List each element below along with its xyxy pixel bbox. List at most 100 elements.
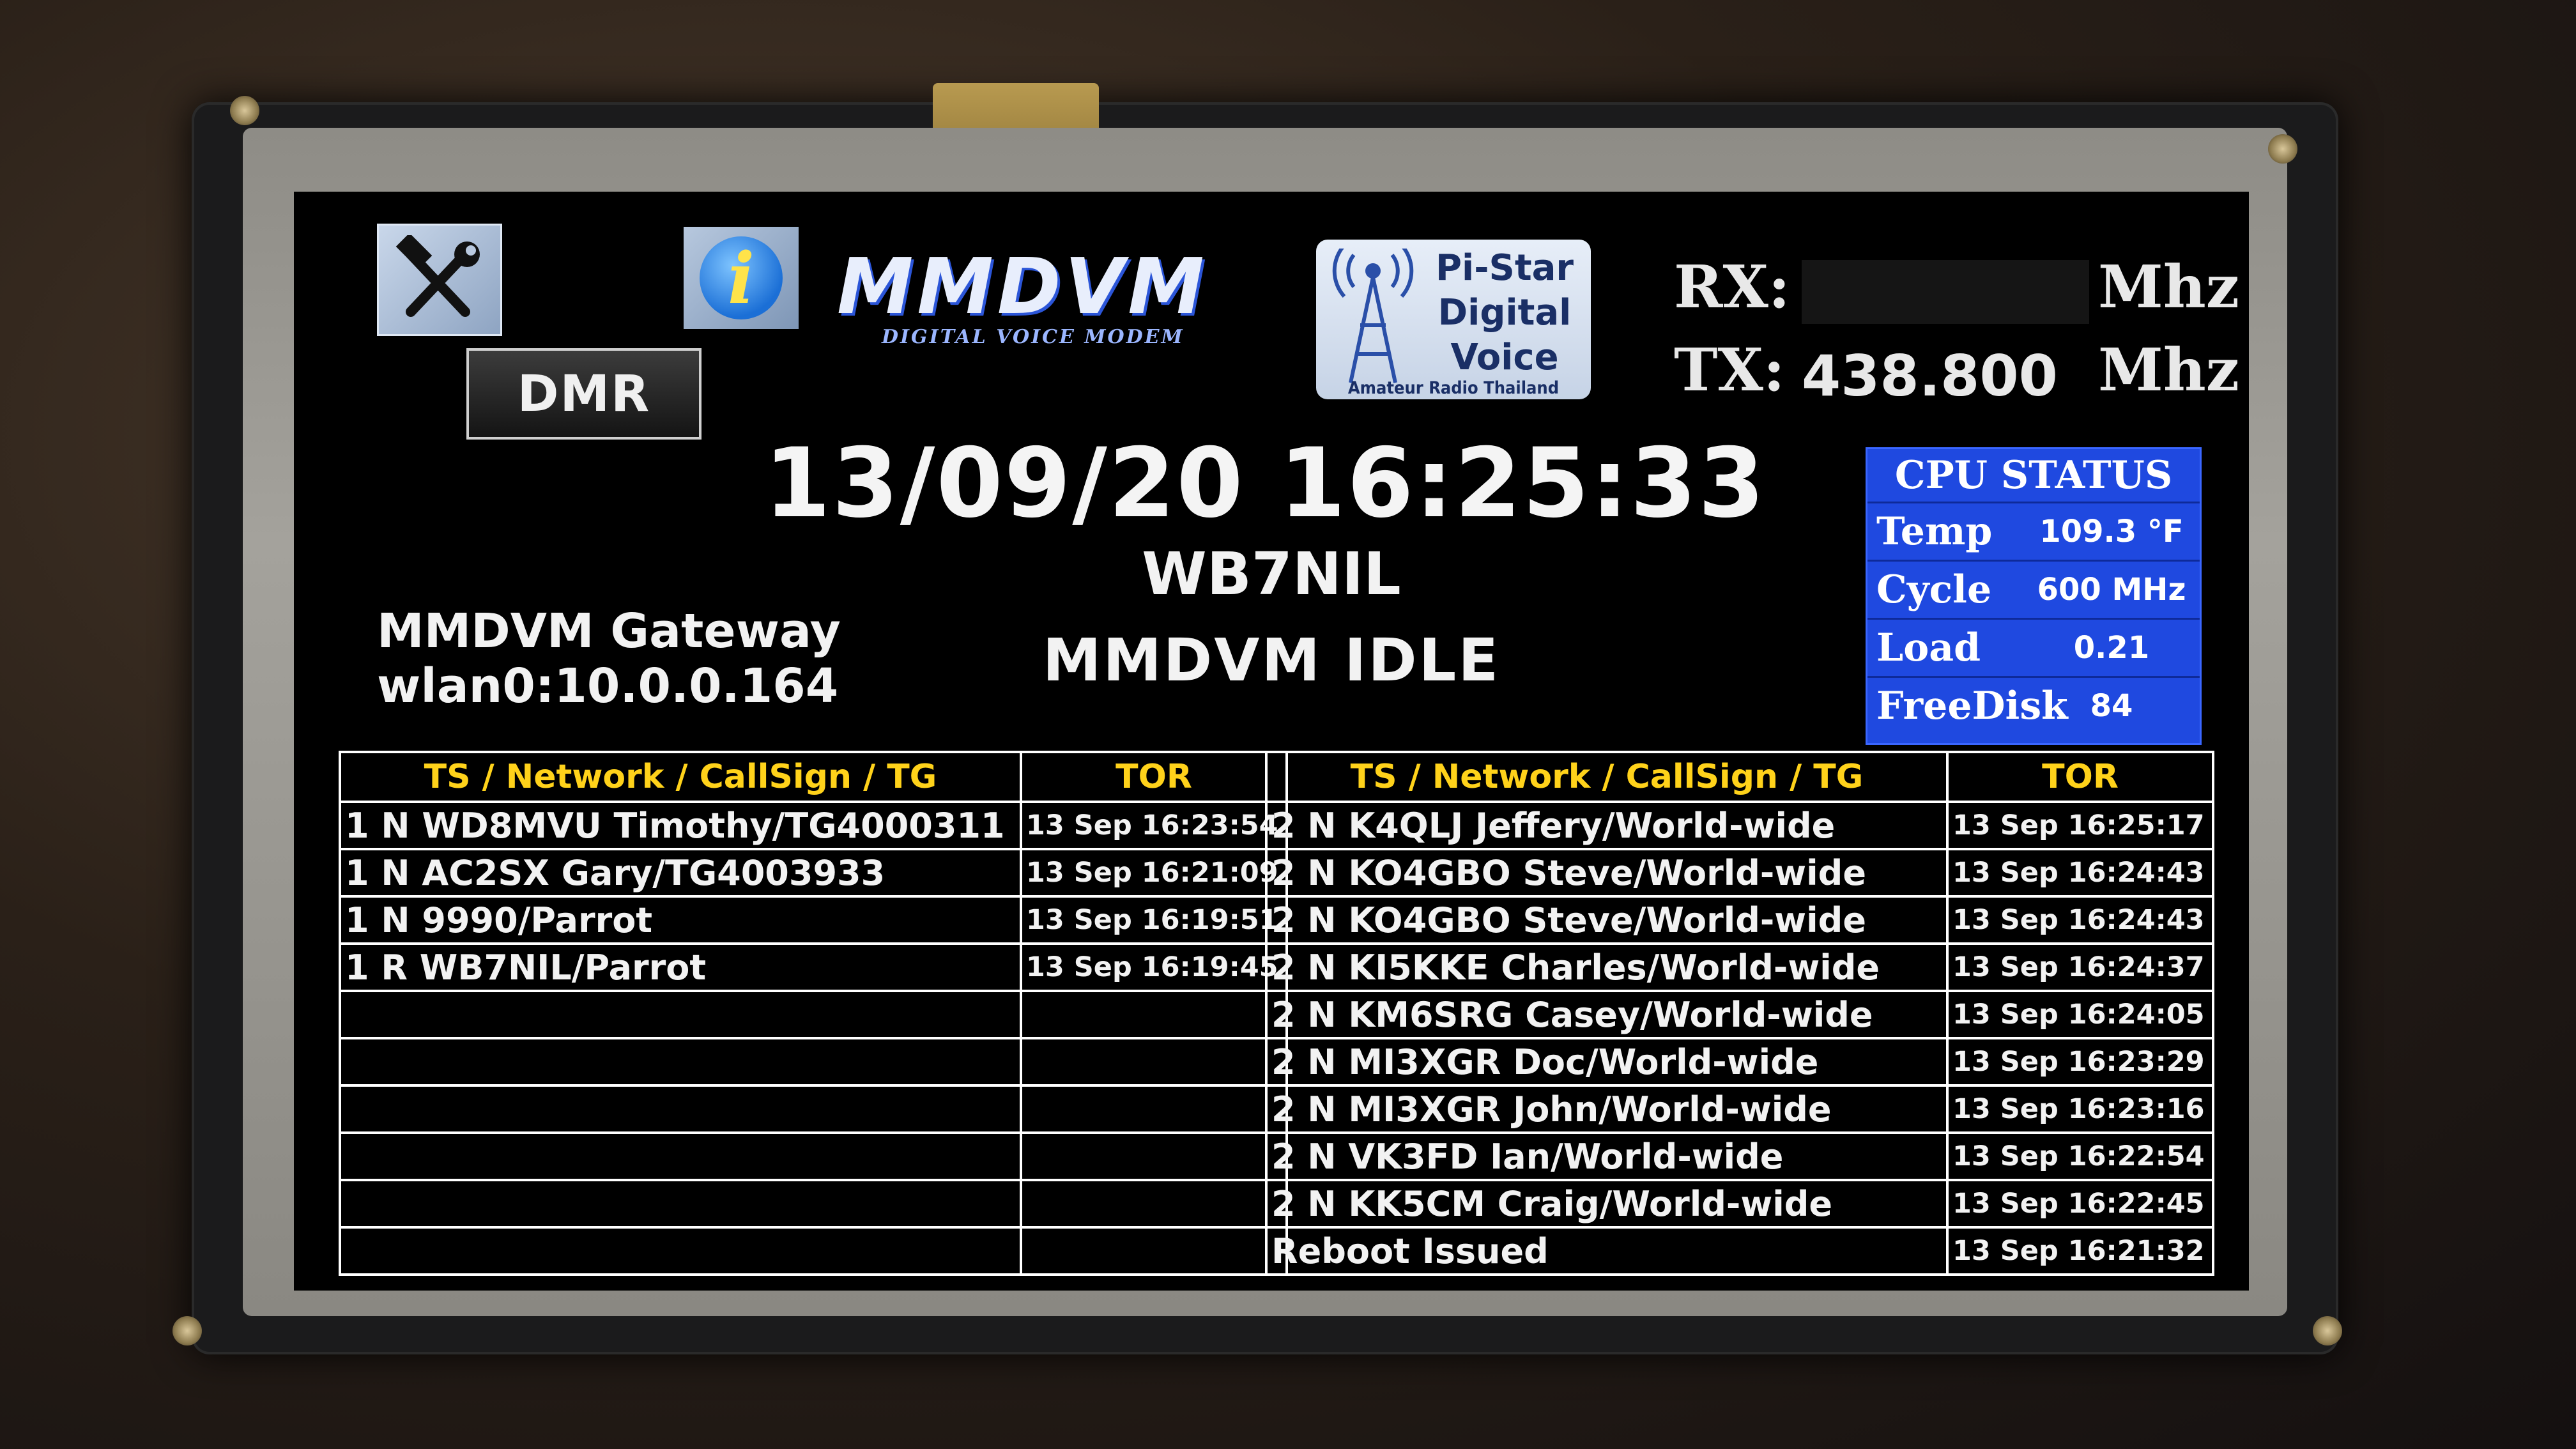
pistar-line: Pi-Star (1436, 247, 1574, 289)
cpu-temp-value: 109.3 °F (2039, 514, 2184, 549)
table-row: 1 N 9990/Parrot 13 Sep 16:19:51 (339, 895, 1288, 945)
cpu-cycle-row: Cycle 600 MHz (1867, 562, 2200, 620)
table-cell: 13 Sep 16:24:37 (1946, 942, 2214, 992)
table-row: 2 N K4QLJ Jeffery/World-wide 13 Sep 16:25… (1265, 801, 2214, 850)
table-row: 2 N KI5KKE Charles/World-wide 13 Sep 16:2… (1265, 942, 2214, 992)
gateway-title: MMDVM Gateway (377, 604, 841, 659)
cpu-status-title: CPU STATUS (1867, 449, 2200, 503)
radio-tower-icon (1332, 249, 1414, 383)
gateway-info: MMDVM Gateway wlan0:10.0.0.164 (377, 604, 841, 714)
table-cell: 1 N 9990/Parrot (339, 895, 1022, 945)
table-row (339, 1084, 1288, 1134)
gateway-ip: wlan0:10.0.0.164 (377, 659, 839, 714)
table-row: 2 N MI3XGR John/World-wide 13 Sep 16:23:1… (1265, 1084, 2214, 1134)
timeslot1-activity-table: TS / Network / CallSign / TG TOR 1 N WD8… (339, 751, 1288, 1276)
rx-value (1802, 260, 2089, 325)
table-cell (1020, 1131, 1288, 1181)
table-cell: 2 N KM6SRG Casey/World-wide (1265, 990, 1949, 1039)
table-cell: 13 Sep 16:25:17 (1946, 801, 2214, 850)
info-icon: i (700, 236, 783, 319)
table-cell: 13 Sep 16:21:32 (1946, 1226, 2214, 1276)
settings-tools-button[interactable] (377, 224, 502, 336)
table-row: 2 N KO4GBO Steve/World-wide 13 Sep 16:24:… (1265, 848, 2214, 898)
table-cell (1020, 1037, 1288, 1087)
table-row (339, 1131, 1288, 1181)
table-cell (1020, 1179, 1288, 1229)
table-cell: 13 Sep 16:24:05 (1946, 990, 2214, 1039)
info-button[interactable]: i (684, 227, 799, 329)
date-time-display: 13/09/20 16:25:33 (763, 428, 1767, 539)
table-cell: 13 Sep 16:19:45 (1020, 942, 1288, 992)
table-row (339, 1179, 1288, 1229)
table-cell: 13 Sep 16:19:51 (1020, 895, 1288, 945)
table-header-row: TS / Network / CallSign / TG TOR (339, 751, 1288, 803)
column-header-callsign: TS / Network / CallSign / TG (1265, 751, 1949, 803)
mmdvm-logo-title: MMDVM (837, 243, 1208, 332)
nextion-screen: i DMR MMDVM DIGITAL VOICE MODEM Pi-Star … (294, 192, 2249, 1291)
pistar-line: Digital (1438, 292, 1572, 334)
table-row: 1 R WB7NIL/Parrot 13 Sep 16:19:45 (339, 942, 1288, 992)
table-cell: 2 N KO4GBO Steve/World-wide (1265, 895, 1949, 945)
table-cell: 2 N K4QLJ Jeffery/World-wide (1265, 801, 1949, 850)
corner-screw (2268, 134, 2297, 164)
column-header-callsign: TS / Network / CallSign / TG (339, 751, 1022, 803)
table-row (339, 990, 1288, 1039)
table-cell: 1 N AC2SX Gary/TG4003933 (339, 848, 1022, 898)
table-cell (339, 990, 1022, 1039)
table-cell (339, 1131, 1022, 1181)
table-cell: 13 Sep 16:23:16 (1946, 1084, 2214, 1134)
cpu-load-value: 0.21 (2073, 630, 2150, 666)
mmdvm-logo: MMDVM DIGITAL VOICE MODEM (837, 249, 1271, 358)
timeslot2-activity-table: TS / Network / CallSign / TG TOR 2 N K4Q… (1265, 751, 2214, 1276)
tx-value: 438.800 (1802, 343, 2058, 410)
table-cell: 2 N MI3XGR John/World-wide (1265, 1084, 1949, 1134)
cpu-cycle-value: 600 MHz (2037, 572, 2186, 608)
table-cell (1020, 1226, 1288, 1276)
cpu-load-label: Load (1876, 625, 1981, 670)
station-callsign: WB7NIL (1142, 540, 1401, 608)
tx-unit: Mhz (2098, 335, 2239, 404)
cpu-temp-label: Temp (1876, 509, 1993, 554)
table-cell: Reboot Issued (1265, 1226, 1949, 1276)
tx-frequency-row: TX: 438.800 Mhz (1674, 335, 2239, 410)
column-header-tor: TOR (1946, 751, 2214, 803)
table-cell: 2 N VK3FD Ian/World-wide (1265, 1131, 1949, 1181)
cpu-temp-row: Temp 109.3 °F (1867, 503, 2200, 562)
table-cell (1020, 1084, 1288, 1134)
cpu-status-panel: CPU STATUS Temp 109.3 °F Cycle 600 MHz L… (1866, 447, 2202, 745)
table-row (339, 1037, 1288, 1087)
cpu-load-row: Load 0.21 (1867, 620, 2200, 678)
rx-label: RX: (1674, 252, 1790, 321)
corner-screw (2313, 1316, 2342, 1346)
cpu-freedisk-row: FreeDisk 84 (1867, 678, 2200, 734)
table-cell: 13 Sep 16:21:09 (1020, 848, 1288, 898)
table-cell: 2 N KI5KKE Charles/World-wide (1265, 942, 1949, 992)
table-cell: 1 R WB7NIL/Parrot (339, 942, 1022, 992)
pistar-footer: Amateur Radio Thailand (1347, 378, 1560, 398)
table-row: 2 N VK3FD Ian/World-wide 13 Sep 16:22:54 (1265, 1131, 2214, 1181)
table-cell (339, 1179, 1022, 1229)
table-cell (339, 1226, 1022, 1276)
table-row: Reboot Issued 13 Sep 16:21:32 (1265, 1226, 2214, 1276)
table-row: 2 N KM6SRG Casey/World-wide 13 Sep 16:24:… (1265, 990, 2214, 1039)
table-row: 2 N KO4GBO Steve/World-wide 13 Sep 16:24:… (1265, 895, 2214, 945)
table-cell: 13 Sep 16:24:43 (1946, 848, 2214, 898)
rx-frequency-row: RX: Mhz (1674, 252, 2239, 325)
rx-unit: Mhz (2098, 252, 2239, 321)
tools-icon (395, 235, 480, 317)
column-header-tor: TOR (1020, 751, 1288, 803)
table-cell (339, 1084, 1022, 1134)
tx-label: TX: (1674, 335, 1785, 404)
table-row: 1 N AC2SX Gary/TG4003933 13 Sep 16:21:09 (339, 848, 1288, 898)
pistar-logo-text: Pi-Star Digital Voice (1428, 246, 1581, 380)
table-row: 2 N MI3XGR Doc/World-wide 13 Sep 16:23:29 (1265, 1037, 2214, 1087)
table-row (339, 1226, 1288, 1276)
table-row: 1 N WD8MVU Timothy/TG4000311 13 Sep 16:23… (339, 801, 1288, 850)
table-cell: 13 Sep 16:22:54 (1946, 1131, 2214, 1181)
dmr-mode-logo: DMR (466, 348, 702, 440)
table-cell (339, 1037, 1022, 1087)
table-cell: 2 N KK5CM Craig/World-wide (1265, 1179, 1949, 1229)
table-header-row: TS / Network / CallSign / TG TOR (1265, 751, 2214, 803)
mmdvm-logo-subtitle: DIGITAL VOICE MODEM (882, 326, 1184, 348)
table-cell: 1 N WD8MVU Timothy/TG4000311 (339, 801, 1022, 850)
